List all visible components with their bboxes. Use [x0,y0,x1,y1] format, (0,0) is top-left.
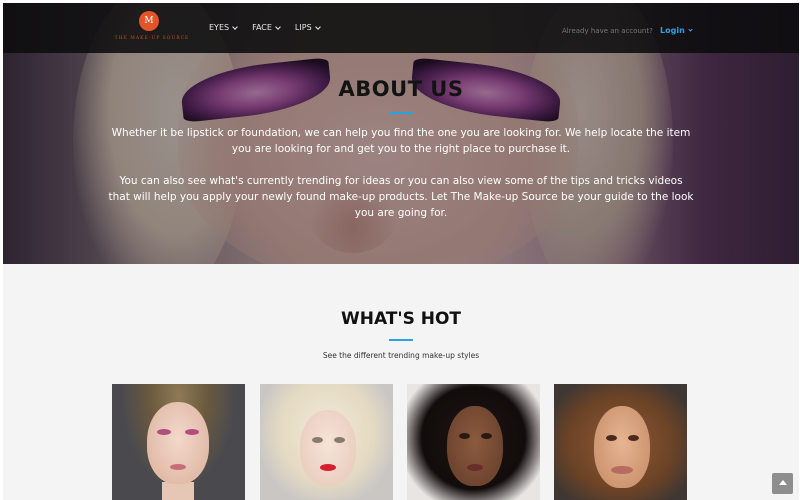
trend-card-3[interactable] [407,384,540,500]
trend-image-eye [606,435,617,441]
trend-image-eye [312,437,323,443]
caret-down-icon [688,27,693,32]
caret-down-icon [314,23,321,30]
nav-item-eyes[interactable]: EYES [209,3,238,53]
about-paragraph-2: You can also see what's currently trendi… [108,175,694,219]
nav-menu: EYES FACE LIPS [209,3,335,53]
trend-image-lips [467,464,483,471]
trend-card-4[interactable] [554,384,687,500]
trend-image-face [147,402,209,484]
nav-item-label: FACE [252,23,272,32]
login-label: Login [660,26,685,35]
trend-image-part [162,482,194,500]
trend-image-face [447,406,503,486]
trend-image-lips [611,466,633,474]
caret-down-icon [232,23,238,30]
trend-image-eye [481,433,492,439]
whats-hot-title: WHAT'S HOT [340,309,462,329]
nav-item-label: LIPS [294,23,312,32]
title-underline [389,112,413,114]
title-underline [389,339,413,341]
navbar: M THE MAKE-UP SOURCE EYES FACE LIPS Alre… [3,3,799,53]
trend-image-face [300,410,356,486]
trend-image-eye [157,429,171,435]
trend-image-eye [185,429,199,435]
scroll-top-button[interactable] [772,473,793,494]
trend-image-eye [459,433,470,439]
trend-image-face [594,406,650,488]
nav-item-lips[interactable]: LIPS [294,3,321,53]
about-paragraph-1: Whether it be lipstick or foundation, we… [111,127,691,155]
trend-image-lips [320,464,336,471]
login-button[interactable]: Login [660,3,693,59]
whats-hot-subtitle: See the different trending make-up style… [322,351,480,360]
caret-down-icon [275,23,281,30]
trend-image-lips [170,464,186,470]
trend-card-1[interactable] [112,384,245,500]
page: ABOUT US Whether it be lipstick or found… [3,3,799,500]
trend-image-eye [334,437,345,443]
logo-mark-icon: M [139,11,159,31]
about-title: ABOUT US [338,77,464,101]
trend-image-eye [628,435,639,441]
logo[interactable]: M THE MAKE-UP SOURCE [111,11,193,47]
nav-item-face[interactable]: FACE [252,3,281,53]
logo-text: THE MAKE-UP SOURCE [114,36,190,41]
trend-card-2[interactable] [260,384,393,500]
account-prompt: Already have an account? [562,27,653,35]
nav-item-label: EYES [209,23,230,32]
